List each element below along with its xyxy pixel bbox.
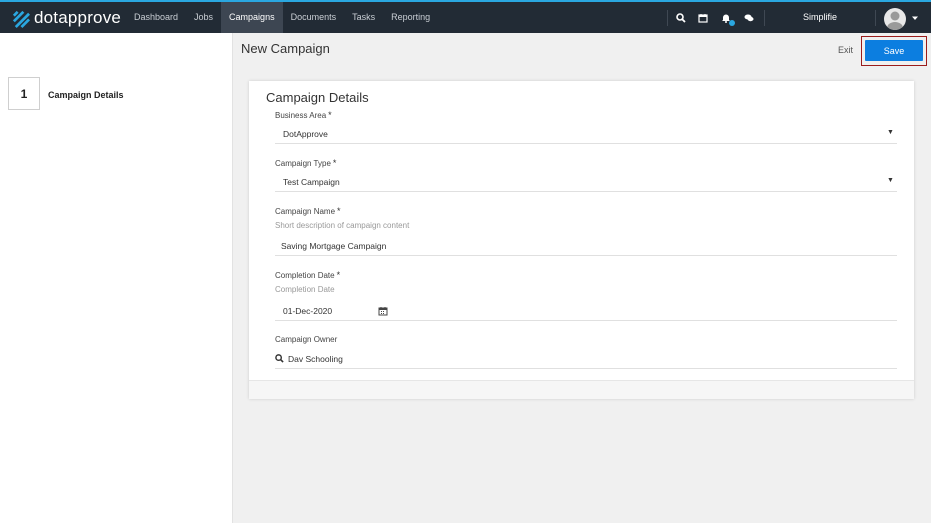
nav-tasks[interactable]: Tasks [344,2,383,33]
chevron-down-icon[interactable]: ▼ [887,129,894,136]
top-navigation-bar: dotapprove Dashboard Jobs Campaigns Docu… [0,0,931,33]
search-icon [275,354,284,363]
step-label[interactable]: Campaign Details [48,90,124,100]
nav-campaigns[interactable]: Campaigns [221,2,283,33]
campaign-name-label: Campaign Name * [275,206,341,216]
field-underline [275,143,897,144]
calendar-icon[interactable] [696,11,710,25]
completion-date-label: Completion Date * [275,270,341,280]
divider [875,10,876,26]
chevron-down-icon[interactable]: ▼ [887,177,894,184]
business-area-select[interactable] [275,124,897,144]
field-underline [275,191,897,192]
wizard-steps-panel: 1 Campaign Details [0,33,233,523]
step-number[interactable]: 1 [8,77,40,110]
nav-reporting[interactable]: Reporting [383,2,438,33]
business-area-label: Business Area * [275,110,332,120]
completion-date-input[interactable]: 01-Dec-2020 [283,306,332,316]
field-underline [275,368,897,369]
chevron-down-icon[interactable] [911,14,919,22]
nav-dashboard[interactable]: Dashboard [126,2,186,33]
business-area-value: DotApprove [283,129,328,139]
campaign-owner-input[interactable]: Dav Schooling [288,354,343,364]
brand-name: dotapprove [34,8,122,27]
campaign-details-card: Campaign Details Business Area * DotAppro… [249,81,914,399]
organization-name[interactable]: Simplifie [772,2,868,33]
campaign-owner-label: Campaign Owner [275,335,338,344]
card-title: Campaign Details [266,90,369,105]
completion-date-hint: Completion Date [275,285,335,294]
divider [764,10,765,26]
field-underline [275,320,897,321]
search-icon[interactable] [674,11,688,25]
campaign-type-value: Test Campaign [283,177,340,187]
campaign-type-select[interactable] [275,172,897,192]
save-button[interactable]: Save [865,40,923,61]
user-icon [887,11,903,30]
dotapprove-logo-icon [12,10,30,28]
nav-documents[interactable]: Documents [283,2,345,33]
brand-logo[interactable]: dotapprove [11,6,121,30]
page-title: New Campaign [241,41,330,56]
main-nav: Dashboard Jobs Campaigns Documents Tasks… [126,2,438,33]
campaign-name-input[interactable]: Saving Mortgage Campaign [281,241,386,251]
card-footer [249,380,914,399]
notification-badge [729,20,735,26]
exit-button[interactable]: Exit [838,45,853,55]
campaign-type-label: Campaign Type * [275,158,337,168]
chat-icon[interactable] [742,11,756,25]
user-avatar[interactable] [884,8,906,30]
field-underline [275,255,897,256]
nav-jobs[interactable]: Jobs [186,2,221,33]
campaign-name-hint: Short description of campaign content [275,221,410,230]
divider [667,10,668,26]
calendar-icon[interactable] [378,306,388,316]
